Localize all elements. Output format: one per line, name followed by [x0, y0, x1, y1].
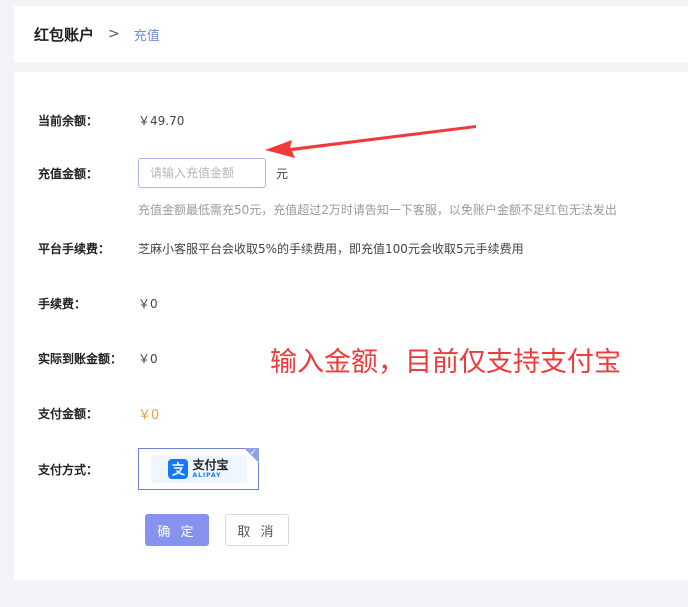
fee-row: 手续费： ￥0 — [38, 295, 158, 312]
fee-label: 手续费： — [38, 297, 87, 311]
pay-amount-value: ￥0 — [138, 408, 160, 423]
platform-fee-row: 平台手续费： 芝麻小客服平台会收取5%的手续费用，即充值100元会收取5元手续费… — [38, 240, 524, 257]
breadcrumb-separator-icon: > — [108, 26, 120, 42]
confirm-button[interactable]: 确 定 — [145, 514, 209, 546]
pay-amount-label: 支付金额： — [38, 407, 99, 421]
actual-amount-row: 实际到账金额： ￥0 — [38, 350, 158, 367]
balance-row: 当前余额： ￥49.70 — [38, 112, 184, 129]
platform-fee-label: 平台手续费： — [38, 242, 111, 256]
recharge-page: 红包账户 > 充值 当前余额： ￥49.70 充值金额： 元 充值金额最低需充5… — [0, 0, 688, 607]
amount-row: 充值金额： 元 — [38, 158, 288, 188]
balance-value: ￥49.70 — [138, 114, 185, 128]
fee-value: ￥0 — [138, 297, 158, 311]
cancel-button[interactable]: 取 消 — [225, 514, 289, 546]
balance-label: 当前余额： — [38, 114, 99, 128]
actual-amount-label: 实际到账金额： — [38, 352, 123, 366]
breadcrumb-current: 充值 — [133, 28, 160, 44]
annotation-text: 输入金额，目前仅支持支付宝 — [270, 347, 621, 378]
amount-hint: 充值金额最低需充50元，充值超过2万时请告知一下客服，以免账户金额不足红包无法发… — [138, 203, 617, 217]
alipay-icon — [168, 459, 189, 479]
pay-amount-row: 支付金额： ￥0 — [38, 404, 159, 423]
breadcrumb-root[interactable]: 红包账户 — [34, 24, 94, 45]
pay-method-label: 支付方式： — [38, 462, 99, 477]
amount-input[interactable] — [138, 158, 266, 188]
recharge-form: 当前余额： ￥49.70 充值金额： 元 充值金额最低需充50元，充值超过2万时… — [14, 72, 688, 580]
breadcrumb: 红包账户 > 充值 — [14, 6, 688, 62]
alipay-logo: 支付宝 ALIPAY — [150, 455, 247, 483]
alipay-option[interactable]: 支付宝 ALIPAY ✓ — [138, 448, 259, 490]
amount-label: 充值金额： — [38, 166, 99, 181]
actual-amount-value: ￥0 — [138, 352, 158, 366]
alipay-wordmark: 支付宝 ALIPAY — [192, 458, 229, 479]
amount-unit: 元 — [276, 166, 289, 181]
platform-fee-value: 芝麻小客服平台会收取5%的手续费用，即充值100元会收取5元手续费用 — [138, 242, 524, 256]
pay-method-row: 支付方式： 支付宝 ALIPAY ✓ — [38, 448, 259, 490]
check-icon: ✓ — [249, 448, 257, 458]
